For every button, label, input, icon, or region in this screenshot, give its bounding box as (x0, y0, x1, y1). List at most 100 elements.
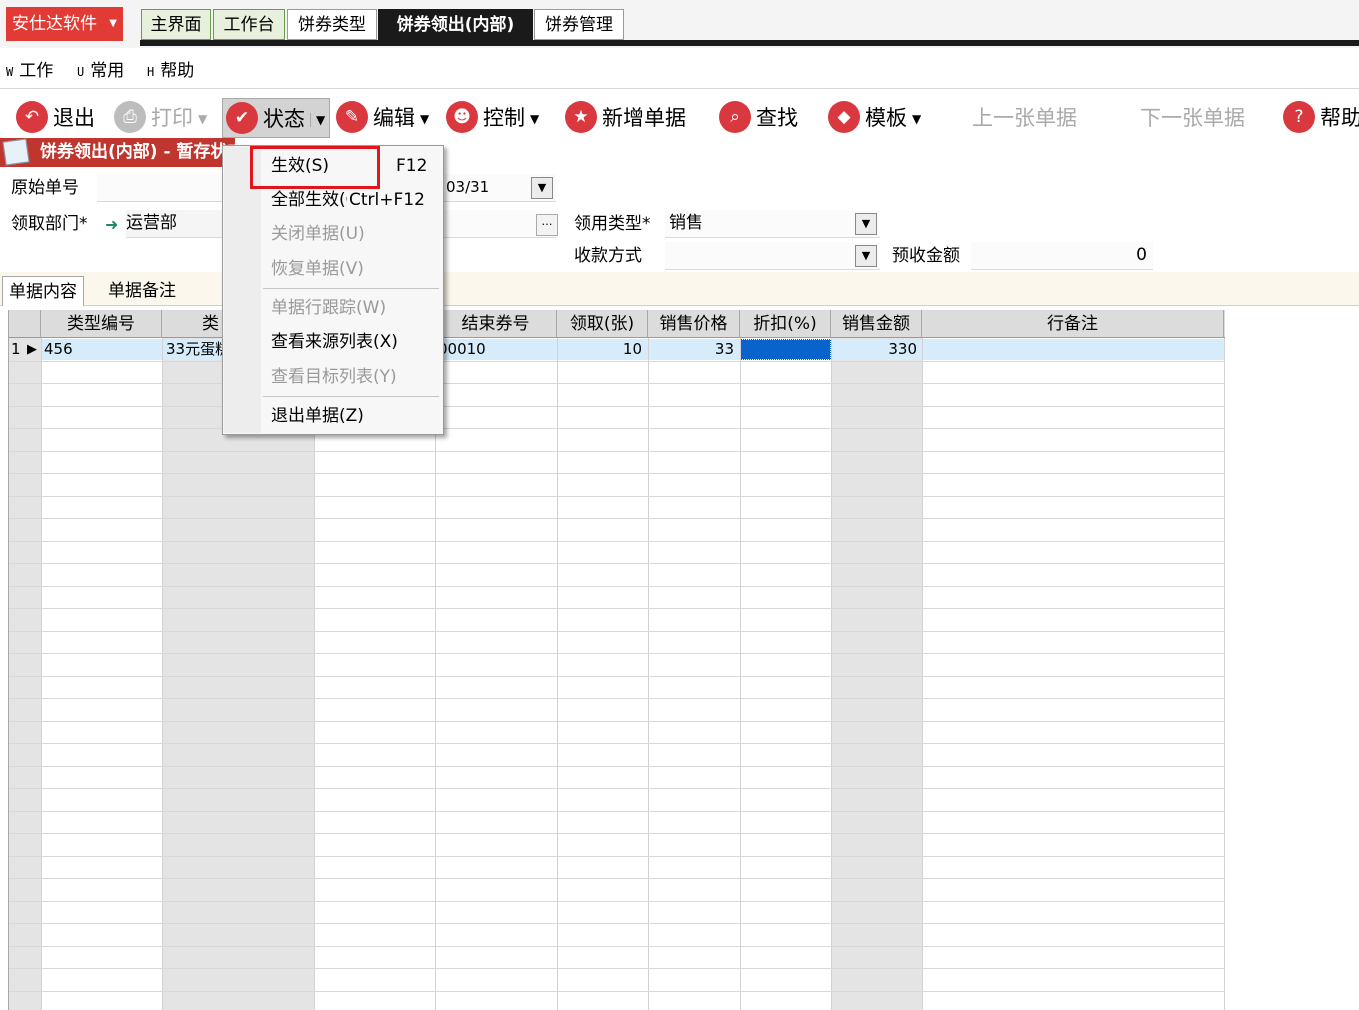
grid-row-line (9, 405, 1225, 407)
detail-grid[interactable]: 类型编号 类 结束券号 领取(张) 销售价格 折扣(%) 销售金额 行备注 1 … (8, 310, 1225, 1010)
grid-row-line (9, 450, 1225, 452)
grid-row-line (9, 608, 1225, 609)
grid-row-line (9, 833, 1225, 834)
dept-label: 领取部门* (11, 214, 88, 234)
grid-row-line (9, 720, 1225, 722)
new-document-button[interactable]: ★ 新增单据 (565, 98, 686, 138)
prepay-amount-field[interactable]: 0 (971, 242, 1153, 270)
orig-no-field[interactable] (97, 174, 237, 202)
grid-row-line (9, 810, 1225, 812)
menu-item-view-target-list[interactable]: 查看目标列表(Y) (271, 365, 397, 389)
caret-down-icon: ▼ (530, 112, 540, 126)
caret-down-icon[interactable]: ▼ (310, 113, 326, 127)
header-remark[interactable]: 行备注 (922, 310, 1224, 338)
help-label: 帮助 (1320, 106, 1359, 130)
question-icon: ? (1283, 101, 1315, 133)
orig-no-label: 原始单号 (11, 178, 79, 198)
menu-gutter (224, 147, 261, 433)
prepay-label: 预收金额 (892, 246, 960, 266)
header-price[interactable]: 销售价格 (648, 310, 740, 338)
header-qty[interactable]: 领取(张) (557, 310, 648, 338)
template-button[interactable]: ◆ 模板 ▼ (828, 98, 921, 138)
row-number: 1 (11, 340, 21, 358)
menu-help[interactable]: H 帮助 (147, 58, 194, 85)
pencil-icon: ✎ (336, 101, 368, 133)
find-label: 查找 (756, 106, 798, 130)
pay-method-select[interactable] (665, 242, 880, 270)
menu-item-exit-document[interactable]: 退出单据(Z) (271, 404, 364, 428)
next-document-button[interactable]: 下一张单据 (1140, 98, 1245, 138)
help-button[interactable]: ? 帮助 (1283, 98, 1359, 138)
pay-method-dropdown-button[interactable]: ▼ (855, 245, 877, 267)
tab-coupon-issue-internal[interactable]: 饼券领出(内部) (378, 9, 533, 40)
printer-icon: ⎙ (114, 101, 146, 133)
grid-row-line (9, 990, 1225, 992)
header-amount[interactable]: 销售金额 (831, 310, 922, 338)
grid-column-line (314, 338, 315, 1010)
new-document-label: 新增单据 (602, 106, 686, 130)
menu-item-view-source-list[interactable]: 查看来源列表(X) (271, 330, 398, 354)
menu-common[interactable]: U 常用 (77, 58, 124, 85)
tab-coupon-type[interactable]: 饼券类型 (287, 9, 377, 40)
row-pointer-icon: ▶ (27, 342, 37, 357)
grid-row-line (9, 743, 1225, 744)
menu-item-close-document[interactable]: 关闭单据(U) (271, 222, 365, 246)
print-button[interactable]: ⎙ 打印 ▼ (114, 98, 207, 138)
find-button[interactable]: ⌕ 查找 (719, 98, 798, 138)
menu-work-key: W (6, 65, 14, 79)
next-document-label: 下一张单据 (1140, 106, 1245, 130)
menu-work[interactable]: W 工作 (6, 58, 53, 85)
date-dropdown-button[interactable]: ▼ (531, 177, 553, 199)
grid-row-line (9, 563, 1225, 564)
cell-end-no[interactable]: 00010 (438, 339, 553, 360)
exit-label: 退出 (53, 106, 95, 130)
cell-remark[interactable] (925, 339, 1221, 360)
menu-item-line-trace[interactable]: 单据行跟踪(W) (271, 296, 386, 320)
grid-row-line (9, 360, 1225, 362)
tab-document-remark[interactable]: 单据备注 (102, 276, 182, 306)
control-button[interactable]: ☻ 控制 ▼ (446, 98, 539, 138)
tab-document-content[interactable]: 单据内容 (2, 276, 84, 306)
grid-row-line (9, 855, 1225, 857)
cell-amount[interactable]: 330 (831, 339, 917, 360)
menu-item-restore-document[interactable]: 恢复单据(V) (271, 257, 364, 281)
header-discount[interactable]: 折扣(%) (740, 310, 831, 338)
header-end-no[interactable]: 结束券号 (435, 310, 557, 338)
cell-type-code[interactable]: 456 (44, 339, 159, 360)
highlight-box (250, 146, 380, 189)
tab-main[interactable]: 主界面 (141, 9, 211, 40)
ellipsis-button[interactable]: … (536, 214, 558, 236)
brand-label: 安仕达软件 (12, 14, 97, 34)
star-icon: ★ (565, 101, 597, 133)
prev-document-label: 上一张单据 (972, 106, 1077, 130)
document-title-bar: 饼券领出(内部) - 暂存状态 (0, 138, 244, 167)
use-type-select[interactable]: 销售 (665, 210, 880, 238)
tab-coupon-manage[interactable]: 饼券管理 (534, 9, 624, 40)
grid-column-line (831, 338, 832, 1010)
grid-row-line (9, 428, 1225, 429)
brand-menu-button[interactable]: 安仕达软件 ▼ (6, 7, 123, 41)
menu-help-label: 帮助 (160, 61, 195, 81)
grid-column-line (557, 338, 558, 1010)
menu-separator (263, 288, 439, 289)
cell-qty[interactable]: 10 (557, 339, 642, 360)
edit-button[interactable]: ✎ 编辑 ▼ (336, 98, 429, 138)
row-number-column (9, 338, 41, 1010)
pay-method-label: 收款方式 (574, 246, 642, 266)
grid-row-line (9, 945, 1225, 947)
prev-document-button[interactable]: 上一张单据 (972, 98, 1077, 138)
tab-workbench[interactable]: 工作台 (213, 9, 285, 40)
grid-row-line (9, 630, 1225, 632)
cell-discount[interactable] (740, 339, 825, 360)
grid-column-line (1224, 338, 1225, 1010)
grid-column-line (922, 338, 923, 1010)
exit-button[interactable]: ↶ 退出 (16, 98, 95, 138)
dept-field[interactable]: 运营部 (126, 210, 237, 238)
grid-column-line (162, 338, 163, 1010)
cell-price[interactable]: 33 (648, 339, 734, 360)
header-type-code[interactable]: 类型编号 (41, 310, 162, 338)
status-button[interactable]: ✔ 状态 ▼ (222, 98, 331, 138)
edit-label: 编辑 (373, 106, 415, 130)
menu-work-label: 工作 (19, 61, 54, 81)
use-type-dropdown-button[interactable]: ▼ (855, 213, 877, 235)
